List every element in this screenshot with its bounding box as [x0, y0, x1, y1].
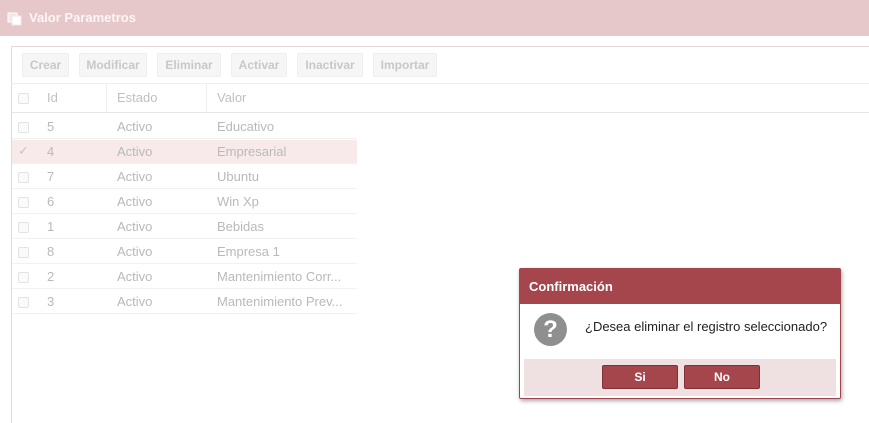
cell-estado: Activo	[117, 219, 153, 234]
cell-valor: Empresa 1	[217, 244, 280, 259]
cell-valor: Ubuntu	[217, 169, 259, 184]
column-header-valor[interactable]: Valor	[217, 84, 246, 112]
table-row[interactable]: 6 Activo Win Xp	[12, 190, 357, 214]
cell-estado: Activo	[117, 269, 153, 284]
cell-valor: Mantenimiento Prev...	[217, 294, 343, 309]
modificar-button[interactable]: Modificar	[79, 53, 147, 77]
cell-estado: Activo	[117, 194, 153, 209]
cell-id: 4	[47, 144, 55, 159]
activar-button[interactable]: Activar	[231, 53, 287, 77]
table-row[interactable]: 1 Activo Bebidas	[12, 215, 357, 239]
window-title-bar: Valor Parametros	[0, 0, 869, 36]
window-title: Valor Parametros	[29, 10, 136, 25]
eliminar-button[interactable]: Eliminar	[157, 53, 221, 77]
table-row[interactable]: 3 Activo Mantenimiento Prev...	[12, 290, 357, 314]
cell-valor: Mantenimiento Corr...	[217, 269, 342, 284]
table-row[interactable]: 7 Activo Ubuntu	[12, 165, 357, 189]
cell-valor: Win Xp	[217, 194, 259, 209]
no-button[interactable]: No	[684, 365, 760, 389]
cell-id: 6	[47, 194, 55, 209]
column-header-estado[interactable]: Estado	[117, 84, 157, 112]
dialog-button-bar: Si No	[524, 359, 836, 396]
question-icon: ?	[534, 313, 567, 346]
crear-button[interactable]: Crear	[22, 53, 69, 77]
column-header-id[interactable]: Id	[47, 84, 58, 112]
cell-id: 1	[47, 219, 55, 234]
cell-id: 7	[47, 169, 55, 184]
importar-button[interactable]: Importar	[373, 53, 437, 77]
table-row[interactable]: 5 Activo Educativo	[12, 115, 357, 139]
cell-valor: Educativo	[217, 119, 275, 134]
confirmation-dialog: Confirmación ? ¿Desea eliminar el regist…	[519, 268, 841, 399]
yes-button[interactable]: Si	[602, 365, 678, 389]
dialog-title[interactable]: Confirmación	[520, 269, 840, 304]
cell-valor: Empresarial	[217, 144, 287, 159]
window-stack-icon	[7, 12, 22, 26]
row-checkbox[interactable]	[18, 297, 29, 308]
cell-estado: Activo	[117, 119, 153, 134]
column-divider[interactable]	[106, 84, 107, 112]
table-row[interactable]: 8 Activo Empresa 1	[12, 240, 357, 264]
inactivar-button[interactable]: Inactivar	[297, 53, 363, 77]
cell-estado: Activo	[117, 144, 153, 159]
cell-valor: Bebidas	[217, 219, 264, 234]
checkmark-icon[interactable]: ✓	[18, 144, 29, 157]
grid-header: Id Estado Valor	[12, 84, 869, 113]
cell-id: 2	[47, 269, 55, 284]
row-checkbox[interactable]	[18, 172, 29, 183]
cell-id: 8	[47, 244, 55, 259]
dialog-message: ¿Desea eliminar el registro seleccionado…	[585, 319, 828, 334]
cell-estado: Activo	[117, 294, 153, 309]
cell-estado: Activo	[117, 169, 153, 184]
cell-id: 3	[47, 294, 55, 309]
table-row[interactable]: 2 Activo Mantenimiento Corr...	[12, 265, 357, 289]
cell-estado: Activo	[117, 244, 153, 259]
table-row-selected[interactable]: ✓ 4 Activo Empresarial	[12, 140, 357, 164]
column-divider[interactable]	[206, 84, 207, 112]
row-checkbox[interactable]	[18, 222, 29, 233]
row-checkbox[interactable]	[18, 122, 29, 133]
row-checkbox[interactable]	[18, 247, 29, 258]
row-checkbox[interactable]	[18, 197, 29, 208]
select-all-checkbox[interactable]	[18, 93, 29, 104]
cell-id: 5	[47, 119, 55, 134]
row-checkbox[interactable]	[18, 272, 29, 283]
